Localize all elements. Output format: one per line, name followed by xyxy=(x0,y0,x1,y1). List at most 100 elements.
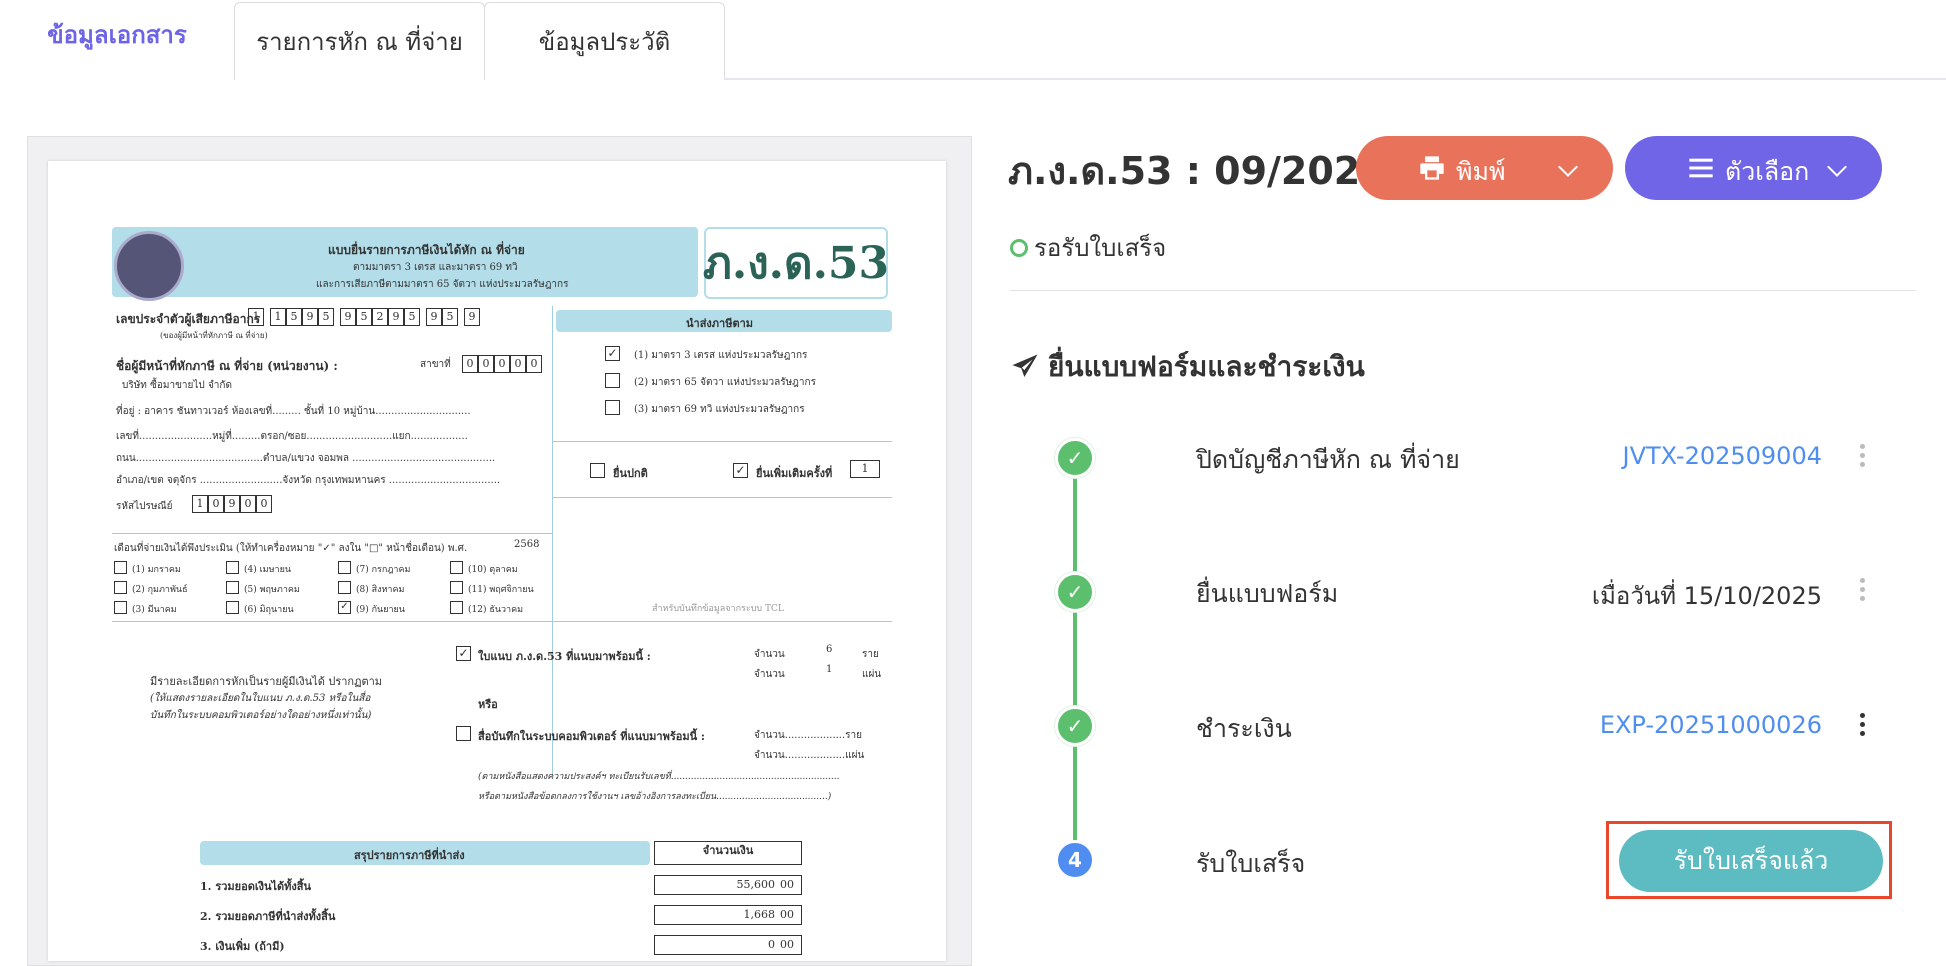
month-label: เดือนที่จ่ายเงินได้พึงประเมิน (ให้ทำเครื… xyxy=(114,543,468,554)
month-label: (3) มีนาคม xyxy=(132,605,177,615)
month-checkbox xyxy=(338,581,351,594)
tab-divider xyxy=(724,78,1946,80)
filing-1-label: (1) มาตรา 3 เตรส แห่งประมวลรัษฎากร xyxy=(634,350,808,361)
receive-receipt-button[interactable]: รับใบเสร็จแล้ว xyxy=(1619,830,1883,892)
detail-line-2: (ให้แสดงรายละเอียดในใบแนบ ภ.ง.ด.53 หรือใ… xyxy=(150,693,371,704)
form-number: ภ.ง.ด.53 xyxy=(703,227,889,299)
month-label: (1) มกราคม xyxy=(132,565,181,575)
attach-count-unit: ราย xyxy=(862,649,879,660)
taxid-digit: 2 xyxy=(372,308,388,326)
summary-row-label: 1. รวมยอดเงินได้ทั้งสิ้น xyxy=(200,880,312,893)
branch-digit: 0 xyxy=(510,355,526,373)
taxid-digit: 1 xyxy=(248,308,264,326)
month-checkbox xyxy=(226,561,239,574)
month-checkbox xyxy=(114,561,127,574)
taxid-digit: 9 xyxy=(464,308,480,326)
attach-sheet-unit: แผ่น xyxy=(862,669,882,680)
month-label: (11) พฤศจิกายน xyxy=(468,585,534,595)
filing-3-checkbox xyxy=(605,400,620,415)
form-line xyxy=(552,497,892,498)
media-count: จำนวน...................ราย xyxy=(754,730,863,741)
media-label: สื่อบันทึกในระบบคอมพิวเตอร์ ที่แนบมาพร้อ… xyxy=(478,730,705,743)
month-label: (2) กุมภาพันธ์ xyxy=(132,585,188,595)
tab-history[interactable]: ข้อมูลประวัติ xyxy=(484,2,725,80)
printer-icon xyxy=(1420,156,1444,180)
taxid-digit: 1 xyxy=(270,308,286,326)
filing-header: นำส่งภาษีตาม xyxy=(686,317,754,330)
progress-track xyxy=(1073,460,1077,860)
year-value: 2568 xyxy=(514,539,540,550)
form-divider xyxy=(552,306,553,776)
tab-withholding-list[interactable]: รายการหัก ณ ที่จ่าย xyxy=(234,2,485,80)
media-note-1: (ตามหนังสือแสดงความประสงค์ฯ ทะเบียนรับเล… xyxy=(478,772,840,782)
attach-sheet-label: จำนวน xyxy=(754,669,785,680)
taxid-digit: 5 xyxy=(318,308,334,326)
or-label: หรือ xyxy=(478,698,498,711)
step-3-label: ชำระเงิน xyxy=(1196,714,1292,743)
step-2-check-icon: ✓ xyxy=(1055,572,1095,612)
month-checkbox xyxy=(450,581,463,594)
status-badge: รอรับใบเสร็จ xyxy=(1010,228,1166,267)
page-title: ภ.ง.ด.53 : 09/2025 xyxy=(1008,149,1387,193)
step-1-document-link[interactable]: JVTX-202509004 xyxy=(1623,442,1823,470)
summary-row-satang: 00 xyxy=(780,878,794,891)
month-checkbox xyxy=(226,581,239,594)
chevron-down-icon xyxy=(1558,157,1578,177)
tab-document-info[interactable]: ข้อมูลเอกสาร xyxy=(0,0,234,68)
month-checkbox xyxy=(226,601,239,614)
month-label: (8) สิงหาคม xyxy=(356,585,405,595)
month-checkbox xyxy=(114,581,127,594)
branch-digit: 0 xyxy=(494,355,510,373)
summary-header: สรุปรายการภาษีที่นำส่ง xyxy=(354,849,465,862)
step-4-number: 4 xyxy=(1055,840,1095,880)
month-checkbox xyxy=(338,561,351,574)
step-2-more-icon[interactable] xyxy=(1858,578,1866,601)
normal-filing-label: ยื่นปกติ xyxy=(613,467,648,480)
amount-header: จำนวนเงิน xyxy=(654,841,802,865)
step-3-more-icon[interactable] xyxy=(1858,713,1866,736)
form-preview: แบบยื่นรายการภาษีเงินได้หัก ณ ที่จ่าย ตา… xyxy=(48,161,946,961)
branch-digit: 0 xyxy=(462,355,478,373)
taxid-digit: 9 xyxy=(302,308,318,326)
print-button[interactable]: พิมพ์ xyxy=(1356,136,1613,200)
step-1-label: ปิดบัญชีภาษีหัก ณ ที่จ่าย xyxy=(1196,445,1460,474)
step-2-date: เมื่อวันที่ 15/10/2025 xyxy=(1591,582,1822,610)
additional-filing-label: ยื่นเพิ่มเติมครั้งที่ xyxy=(756,467,833,480)
taxid-digit: 9 xyxy=(426,308,442,326)
taxid-sub: (ของผู้มีหน้าที่หักภาษี ณ ที่จ่าย) xyxy=(160,331,268,340)
payer-name: บริษัท ซื้อมาขายไป จำกัด xyxy=(122,380,232,391)
month-label: (10) ตุลาคม xyxy=(468,565,518,575)
summary-row-label: 2. รวมยอดภาษีที่นำส่งทั้งสิ้น xyxy=(200,910,336,923)
postcode-digit: 0 xyxy=(256,495,272,513)
status-text: รอรับใบเสร็จ xyxy=(1034,234,1167,262)
detail-line-3: บันทึกในระบบคอมพิวเตอร์อย่างใดอย่างหนึ่ง… xyxy=(150,710,372,721)
tab-bar: ข้อมูลเอกสาร รายการหัก ณ ที่จ่าย ข้อมูลป… xyxy=(0,0,1946,80)
address-line-3: ถนน.....................................… xyxy=(116,453,496,464)
taxid-digit: 5 xyxy=(286,308,302,326)
address-line-1: ที่อยู่ : อาคาร ชันทาวเวอร์ ห้องเลขที่..… xyxy=(116,406,471,417)
attach-count: 6 xyxy=(826,644,833,655)
tcl-note: สำหรับบันทึกข้อมูลจากระบบ TCL xyxy=(652,604,784,614)
month-checkbox xyxy=(450,561,463,574)
form-line xyxy=(112,621,892,622)
form-header-title: แบบยื่นรายการภาษีเงินได้หัก ณ ที่จ่าย xyxy=(328,243,525,257)
filing-1-checkbox: ✓ xyxy=(605,346,620,361)
media-sheets: จำนวน...................แผ่น xyxy=(754,750,865,761)
options-label: ตัวเลือก xyxy=(1725,157,1810,186)
month-checkbox xyxy=(450,601,463,614)
normal-filing-checkbox xyxy=(590,463,605,478)
step-2-label: ยื่นแบบฟอร์ม xyxy=(1196,579,1339,608)
step-1-more-icon[interactable] xyxy=(1858,444,1866,467)
options-button[interactable]: ตัวเลือก xyxy=(1625,136,1882,200)
media-checkbox xyxy=(456,726,471,741)
section-title: ยื่นแบบฟอร์มและชำระเงิน xyxy=(1010,345,1365,389)
filing-2-label: (2) มาตรา 65 จัตวา แห่งประมวลรัษฎากร xyxy=(634,377,816,388)
summary-row-satang: 00 xyxy=(780,908,794,921)
form-header-sub2: และการเสียภาษีตามมาตรา 65 จัตวา แห่งประม… xyxy=(316,279,569,290)
taxid-digit: 5 xyxy=(442,308,458,326)
postcode-label: รหัสไปรษณีย์ xyxy=(116,501,173,512)
step-3-document-link[interactable]: EXP-20251000026 xyxy=(1600,711,1822,739)
paper-plane-icon xyxy=(1012,354,1038,377)
print-label: พิมพ์ xyxy=(1456,157,1506,186)
attach-label: ใบแนบ ภ.ง.ด.53 ที่แนบมาพร้อมนี้ : xyxy=(478,650,651,663)
